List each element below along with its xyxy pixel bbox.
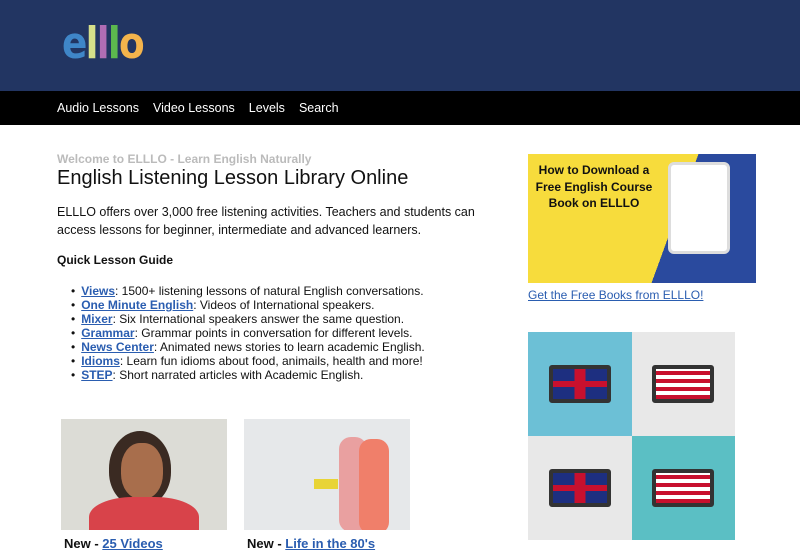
nav-levels[interactable]: Levels	[249, 101, 285, 115]
free-books-link[interactable]: Get the Free Books from ELLLO!	[528, 288, 703, 302]
logo-letter: e	[62, 18, 87, 69]
nav-audio-lessons[interactable]: Audio Lessons	[57, 101, 139, 115]
uk-flag-icon	[548, 469, 611, 507]
feature-caption: New - 25 Videos	[64, 536, 163, 551]
uk-screen-tile	[528, 436, 632, 540]
list-item: News Center: Animated news stories to le…	[73, 340, 425, 354]
us-clapboard-tile	[631, 332, 735, 436]
logo-letter: o	[119, 18, 145, 69]
list-item: One Minute English: Videos of Internatio…	[73, 298, 425, 312]
logo-letter: l	[107, 18, 121, 69]
feature-caption: New - Life in the 80's	[247, 536, 375, 551]
news-center-link[interactable]: News Center	[81, 340, 154, 354]
page-title: English Listening Lesson Library Online	[57, 167, 409, 189]
views-link[interactable]: Views	[81, 284, 115, 298]
nav-search[interactable]: Search	[299, 101, 339, 115]
list-item: Grammar: Grammar points in conversation …	[73, 326, 425, 340]
logo-letter: l	[96, 18, 110, 69]
list-item: STEP: Short narrated articles with Acade…	[73, 368, 425, 382]
intro-text: ELLLO offers over 3,000 free listening a…	[57, 205, 475, 237]
videos-thumbnail[interactable]	[61, 419, 227, 530]
item-desc: : 1500+ listening lessons of natural Eng…	[115, 284, 424, 298]
idioms-link[interactable]: Idioms	[81, 354, 120, 368]
uk-screen-tile	[528, 332, 632, 436]
list-item: Mixer: Six International speakers answer…	[73, 312, 425, 326]
video-lessons-image[interactable]	[528, 332, 735, 540]
lesson-guide-list: Views: 1500+ listening lessons of natura…	[73, 284, 425, 382]
item-desc: : Six International speakers answer the …	[112, 312, 405, 326]
item-desc: : Videos of International speakers.	[193, 298, 375, 312]
free-book-banner[interactable]: How to Download a Free English Course Bo…	[528, 154, 756, 283]
list-item: Idioms: Learn fun idioms about food, ani…	[73, 354, 425, 368]
us-flag-icon	[652, 365, 715, 403]
us-flag-icon	[652, 469, 715, 507]
us-tablet-tile	[631, 436, 735, 540]
site-header: elllo	[0, 0, 800, 91]
ello-logo[interactable]: elllo	[62, 18, 145, 69]
item-desc: : Short narrated articles with Academic …	[112, 368, 364, 382]
list-item: Views: 1500+ listening lessons of natura…	[73, 284, 425, 298]
grammar-link[interactable]: Grammar	[81, 326, 134, 340]
uk-flag-icon	[548, 365, 611, 403]
life-80s-thumbnail[interactable]	[244, 419, 410, 530]
caption-prefix: New -	[247, 536, 286, 551]
guide-heading: Quick Lesson Guide	[57, 253, 174, 267]
logo-letter: l	[85, 18, 99, 69]
main-nav: Audio Lessons Video Lessons Levels Searc…	[0, 91, 800, 125]
item-desc: : Animated news stories to learn academi…	[153, 340, 425, 354]
banner-text: How to Download a Free English Course Bo…	[535, 163, 653, 210]
step-link[interactable]: STEP	[81, 368, 112, 382]
tablet-image	[668, 162, 730, 254]
item-desc: : Learn fun idioms about food, animails,…	[119, 354, 423, 368]
25-videos-link[interactable]: 25 Videos	[102, 536, 162, 551]
one-minute-english-link[interactable]: One Minute English	[81, 298, 193, 312]
mixer-link[interactable]: Mixer	[81, 312, 112, 326]
caption-prefix: New -	[64, 536, 103, 551]
page-subtitle: Welcome to ELLLO - Learn English Natural…	[57, 152, 312, 166]
item-desc: : Grammar points in conversation for dif…	[134, 326, 413, 340]
nav-video-lessons[interactable]: Video Lessons	[153, 101, 235, 115]
life-in-80s-link[interactable]: Life in the 80's	[285, 536, 375, 551]
